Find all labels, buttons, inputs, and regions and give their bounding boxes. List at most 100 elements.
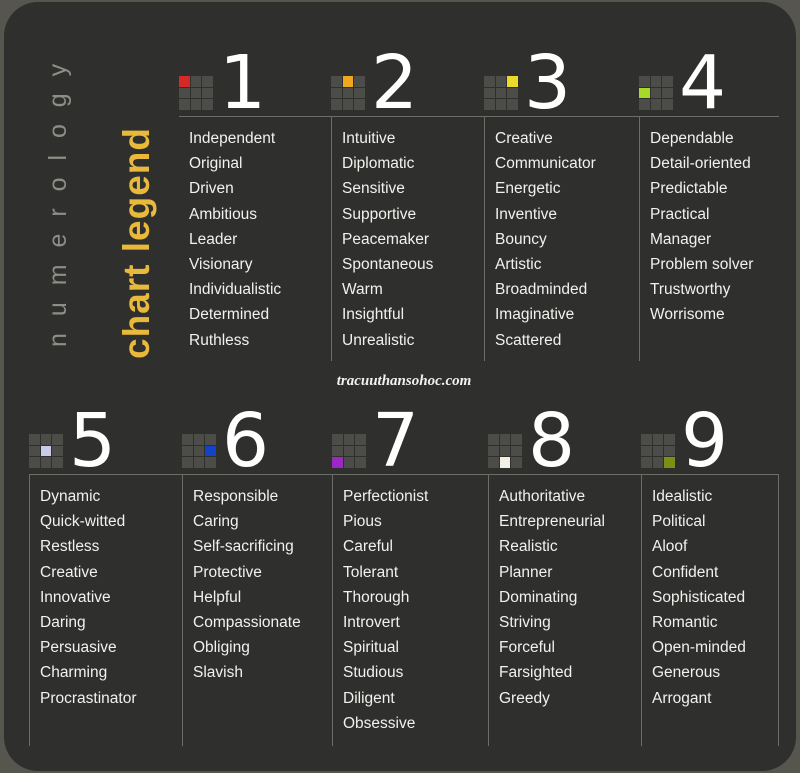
trait-item: Determined (189, 302, 325, 327)
numerology-chart-legend: n u m e r o l o g y chart legend tracuut… (0, 0, 800, 773)
trait-item: Spiritual (343, 635, 482, 660)
numeral-2: 2 (371, 53, 416, 114)
grid-cell (488, 434, 499, 445)
trait-item: Independent (189, 126, 325, 151)
trait-list-8: AuthoritativeEntrepreneurialRealisticPla… (488, 474, 641, 746)
trait-item: Realistic (499, 534, 635, 559)
grid-cell (651, 76, 662, 87)
numeral-3: 3 (524, 53, 569, 114)
grid-cell (52, 446, 63, 457)
trait-item: Open-minded (652, 635, 772, 660)
grid-cell (344, 434, 355, 445)
trait-item: Planner (499, 560, 635, 585)
trait-item: Restless (40, 534, 176, 559)
trait-item: Authoritative (499, 484, 635, 509)
trait-item: Practical (650, 202, 773, 227)
trait-item: Generous (652, 660, 772, 685)
grid-icon-4 (639, 76, 673, 110)
trait-item: Caring (193, 509, 326, 534)
grid-cell (344, 446, 355, 457)
grid-icon-7 (332, 434, 366, 468)
trait-item: Original (189, 151, 325, 176)
grid-cell (641, 446, 652, 457)
grid-cell (653, 446, 664, 457)
grid-cell-highlight (41, 446, 52, 457)
number-cell-7: 7PerfectionistPiousCarefulTolerantThorou… (332, 394, 488, 746)
trait-item: Spontaneous (342, 252, 478, 277)
number-header-9: 9 (641, 394, 779, 474)
trait-item: Energetic (495, 176, 633, 201)
trait-list-6: ResponsibleCaringSelf-sacrificingProtect… (182, 474, 332, 746)
grid-cell (182, 446, 193, 457)
grid-cell (41, 434, 52, 445)
trait-item: Compassionate (193, 610, 326, 635)
grid-cell (355, 457, 366, 468)
watermark: tracuuthansohoc.com (4, 373, 796, 390)
trait-item: Worrisome (650, 302, 773, 327)
trait-item: Pious (343, 509, 482, 534)
grid-cell (639, 76, 650, 87)
trait-item: Visionary (189, 252, 325, 277)
grid-cell (500, 446, 511, 457)
grid-cell (662, 88, 673, 99)
grid-cell (355, 446, 366, 457)
number-header-2: 2 (331, 36, 484, 116)
trait-list-7: PerfectionistPiousCarefulTolerantThoroug… (332, 474, 488, 746)
legend-card: n u m e r o l o g y chart legend tracuut… (4, 2, 796, 771)
trait-item: Helpful (193, 585, 326, 610)
trait-item: Perfectionist (343, 484, 482, 509)
grid-icon-5 (29, 434, 63, 468)
grid-cell (507, 88, 518, 99)
numeral-5: 5 (69, 411, 114, 472)
trait-item: Entrepreneurial (499, 509, 635, 534)
grid-cell-highlight (332, 457, 343, 468)
trait-list-3: CreativeCommunicatorEnergeticInventiveBo… (484, 116, 639, 361)
grid-cell (191, 88, 202, 99)
grid-cell (488, 446, 499, 457)
number-cell-9: 9IdealisticPoliticalAloofConfidentSophis… (641, 394, 779, 746)
trait-item: Inventive (495, 202, 633, 227)
grid-cell (664, 434, 675, 445)
trait-item: Manager (650, 227, 773, 252)
numbers-row-top: 1IndependentOriginalDrivenAmbitiousLeade… (179, 36, 779, 361)
trait-item: Imaginative (495, 302, 633, 327)
trait-item: Farsighted (499, 660, 635, 685)
grid-cell (29, 446, 40, 457)
grid-cell (52, 457, 63, 468)
trait-list-2: IntuitiveDiplomaticSensitiveSupportivePe… (331, 116, 484, 361)
trait-item: Persuasive (40, 635, 176, 660)
grid-cell-highlight (343, 76, 354, 87)
trait-item: Broadminded (495, 277, 633, 302)
numeral-7: 7 (372, 411, 417, 472)
grid-cell (651, 88, 662, 99)
trait-item: Bouncy (495, 227, 633, 252)
numeral-6: 6 (222, 411, 267, 472)
title-chart-legend: chart legend (116, 127, 158, 359)
trait-item: Driven (189, 176, 325, 201)
grid-cell-highlight (205, 446, 216, 457)
trait-item: Quick-witted (40, 509, 176, 534)
number-header-1: 1 (179, 36, 331, 116)
grid-cell (194, 457, 205, 468)
trait-item: Creative (495, 126, 633, 151)
numeral-9: 9 (681, 411, 726, 472)
trait-item: Ruthless (189, 328, 325, 353)
trait-item: Detail-oriented (650, 151, 773, 176)
trait-item: Slavish (193, 660, 326, 685)
trait-item: Procrastinator (40, 686, 176, 711)
grid-cell (194, 434, 205, 445)
grid-cell (332, 446, 343, 457)
trait-item: Dynamic (40, 484, 176, 509)
grid-cell (507, 99, 518, 110)
trait-item: Tolerant (343, 560, 482, 585)
number-cell-5: 5DynamicQuick-wittedRestlessCreativeInno… (29, 394, 182, 746)
trait-item: Problem solver (650, 252, 773, 277)
trait-item: Daring (40, 610, 176, 635)
grid-cell (182, 457, 193, 468)
grid-cell (488, 457, 499, 468)
trait-item: Studious (343, 660, 482, 685)
grid-cell (205, 434, 216, 445)
trait-item: Idealistic (652, 484, 772, 509)
grid-cell-highlight (639, 88, 650, 99)
trait-item: Careful (343, 534, 482, 559)
